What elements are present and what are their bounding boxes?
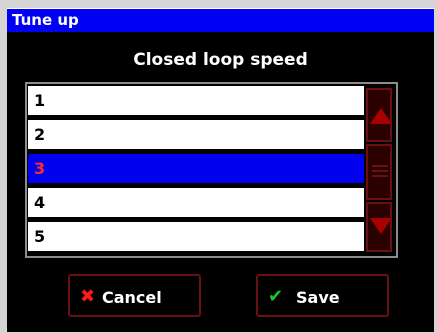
grip-lines-icon <box>372 165 388 180</box>
list-item-2[interactable]: 2 <box>28 120 364 149</box>
cancel-button[interactable]: ✖ Cancel <box>68 274 201 317</box>
scroll-up-button[interactable] <box>366 88 392 142</box>
list-item-label: 1 <box>34 91 46 110</box>
scrollbar[interactable] <box>366 88 392 252</box>
check-icon: ✔ <box>268 286 284 307</box>
list-item-4[interactable]: 4 <box>28 188 364 217</box>
list-item-1[interactable]: 1 <box>28 86 364 115</box>
triangle-up-icon <box>370 108 392 124</box>
speed-list: 1 2 3 4 5 <box>25 82 398 258</box>
list-item-label: 5 <box>34 227 46 246</box>
list-item-5[interactable]: 5 <box>28 222 364 251</box>
title-bar: Tune up <box>7 8 434 32</box>
list-items: 1 2 3 4 5 <box>28 86 364 256</box>
cross-icon: ✖ <box>80 286 96 307</box>
tune-up-dialog: Tune up Closed loop speed 1 2 3 4 5 ✖ Ca… <box>7 8 434 332</box>
cancel-button-label: Cancel <box>102 288 162 307</box>
list-item-3[interactable]: 3 <box>28 154 364 183</box>
scroll-down-button[interactable] <box>366 202 392 252</box>
scroll-thumb[interactable] <box>366 144 392 200</box>
dialog-heading: Closed loop speed <box>133 50 308 70</box>
list-item-label: 2 <box>34 125 46 144</box>
save-button[interactable]: ✔ Save <box>256 274 389 317</box>
window-title: Tune up <box>12 11 79 29</box>
list-item-label: 4 <box>34 193 46 212</box>
triangle-down-icon <box>370 218 392 234</box>
list-item-label: 3 <box>34 159 46 178</box>
save-button-label: Save <box>296 288 340 307</box>
